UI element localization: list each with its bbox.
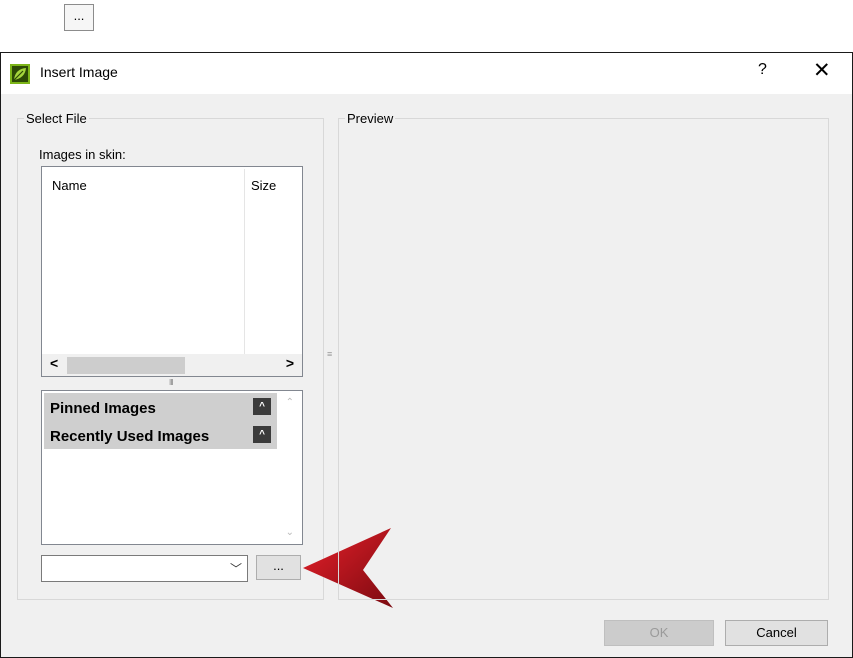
scrollbar-thumb[interactable] (67, 357, 185, 374)
help-button[interactable]: ? (758, 61, 767, 79)
browse-button[interactable]: ... (256, 555, 301, 580)
scroll-left-icon[interactable]: < (50, 355, 58, 371)
vertical-splitter-grip[interactable]: ≡ (327, 349, 332, 359)
recently-used-images-label: Recently Used Images (50, 428, 210, 445)
horizontal-scrollbar[interactable]: < > (42, 354, 302, 376)
image-path-combobox[interactable]: ﹀ (41, 555, 248, 582)
dialog-title: Insert Image (40, 64, 118, 80)
ok-button[interactable]: OK (604, 620, 714, 646)
pinned-images-header[interactable]: Pinned Images ^ (44, 393, 277, 421)
images-in-skin-label: Images in skin: (39, 147, 126, 162)
scroll-up-icon[interactable]: ⌃ (286, 397, 294, 408)
horizontal-splitter-grip[interactable]: III (169, 378, 174, 387)
title-bar: Insert Image ? ✕ (1, 53, 852, 94)
image-collections-panel[interactable]: Pinned Images ^ Recently Used Images ^ ⌃… (41, 390, 303, 545)
pinned-images-label: Pinned Images (50, 400, 156, 417)
collapse-recent-icon[interactable]: ^ (253, 426, 271, 443)
collapse-pinned-icon[interactable]: ^ (253, 398, 271, 415)
scroll-right-icon[interactable]: > (286, 355, 294, 371)
column-separator[interactable] (244, 169, 245, 355)
cancel-button[interactable]: Cancel (725, 620, 828, 646)
top-browse-button[interactable]: ... (64, 4, 94, 31)
select-file-label: Select File (24, 111, 89, 126)
column-header-size[interactable]: Size (251, 178, 276, 193)
chevron-down-icon[interactable]: ﹀ (230, 560, 242, 577)
preview-group: Preview (338, 111, 829, 600)
recently-used-images-header[interactable]: Recently Used Images ^ (44, 421, 277, 449)
images-in-skin-list[interactable]: Name Size < > (41, 166, 303, 377)
app-leaf-icon (10, 64, 30, 84)
insert-image-dialog: Insert Image ? ✕ Select File Images in s… (0, 52, 853, 658)
preview-label: Preview (345, 111, 396, 126)
column-header-name[interactable]: Name (52, 178, 87, 193)
close-button[interactable]: ✕ (813, 58, 831, 83)
scroll-down-icon[interactable]: ⌄ (286, 527, 294, 538)
